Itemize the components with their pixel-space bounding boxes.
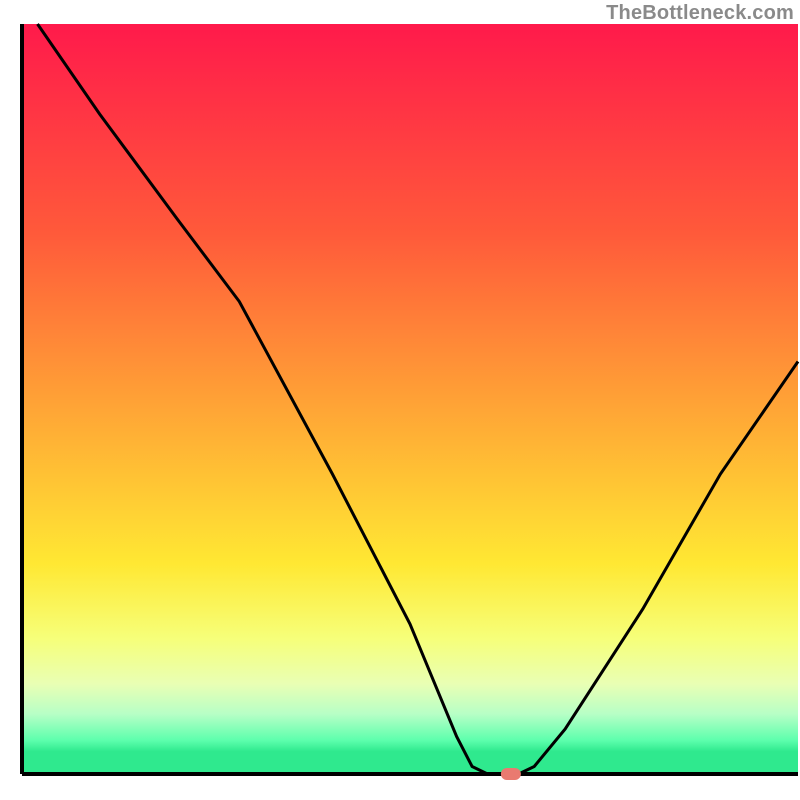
chart-root: TheBottleneck.com [0,0,800,800]
optimum-marker [501,768,521,780]
watermark-text: TheBottleneck.com [606,2,794,25]
chart-svg [0,0,800,800]
plot-background [22,24,798,774]
